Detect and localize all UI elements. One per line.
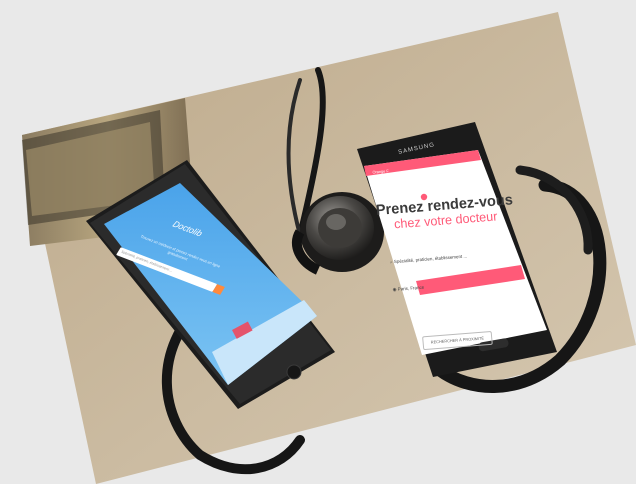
location-input[interactable]: ◉ Paris, France	[392, 277, 518, 293]
doctolib-logo: Doctolib	[170, 218, 205, 239]
search-button[interactable]: RECHERCHER	[391, 301, 523, 324]
location-input-value: Paris, France	[397, 284, 425, 292]
right-status-label: Orange F	[372, 168, 389, 175]
photo-stage: Orange F Prenez rendez-vous chez votre d…	[0, 0, 636, 484]
nearby-search-button[interactable]: RECHERCHER À PROXIMITÉ	[422, 330, 493, 351]
specialty-input-value: Spécialité, praticien, établissement ...	[393, 253, 468, 265]
right-phone-app: Orange F Prenez rendez-vous chez votre d…	[368, 155, 531, 368]
samsung-wordmark: SAMSUNG	[397, 142, 436, 156]
left-phone-app: Doctolib Trouvez un médecin et prenez re…	[37, 187, 270, 396]
phones-overlay: Orange F Prenez rendez-vous chez votre d…	[0, 0, 636, 484]
specialty-input[interactable]: ⌕ Spécialité, praticien, établissement .…	[390, 250, 516, 265]
